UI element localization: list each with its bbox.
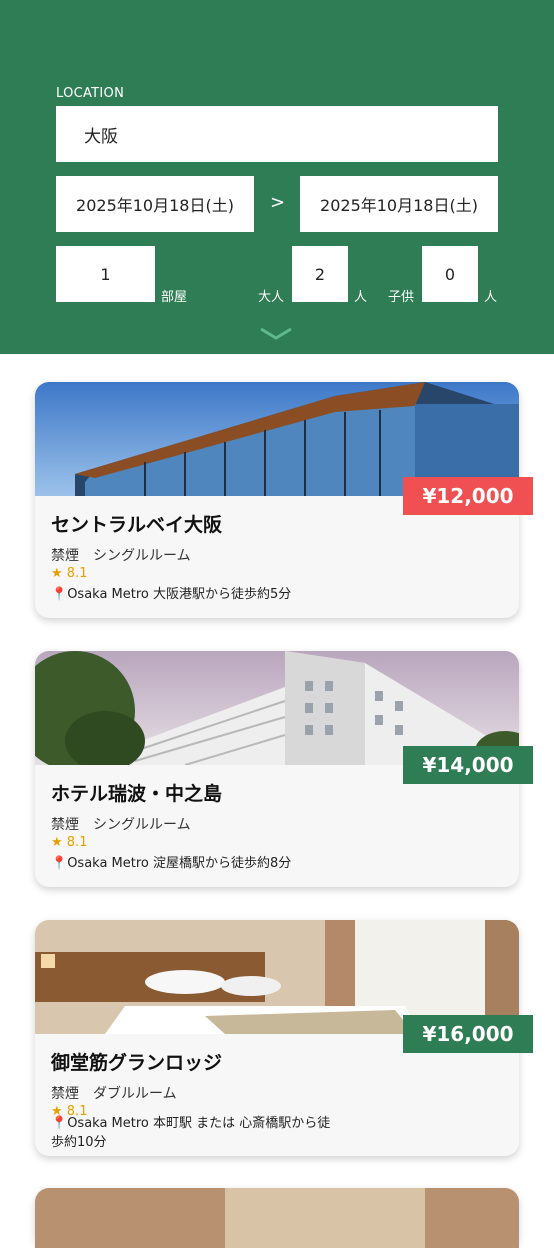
price-badge: ¥14,000 <box>403 746 533 784</box>
location-pin-icon: 📍 <box>51 587 68 602</box>
rating: ★ 8.1 <box>51 835 88 850</box>
hotel-photo <box>35 1188 519 1248</box>
adults-label: 大人 <box>258 290 285 305</box>
room-type: 禁煙 ダブルルーム <box>51 1086 177 1102</box>
location-pin-icon: 📍 <box>51 1116 68 1131</box>
access-info: 📍Osaka Metro 本町駅 または 心斎橋駅から徒歩約10分 <box>51 1114 331 1152</box>
rooms-label: 部屋 <box>161 290 188 305</box>
room-type: 禁煙 シングルルーム <box>51 548 191 564</box>
adults-unit: 人 <box>354 290 368 305</box>
rating: ★ 8.1 <box>51 566 88 581</box>
location-label: LOCATION <box>56 86 125 101</box>
location-pin-icon: 📍 <box>51 856 68 871</box>
location-input[interactable]: 大阪 <box>56 106 498 162</box>
price-badge: ¥16,000 <box>403 1015 533 1053</box>
children-label: 子供 <box>388 290 415 305</box>
access-info: 📍Osaka Metro 大阪港駅から徒歩約5分 <box>51 585 351 604</box>
adults-field[interactable]: 2 <box>292 246 348 302</box>
access-info: 📍Osaka Metro 淀屋橋駅から徒歩約8分 <box>51 854 351 873</box>
hotel-card[interactable]: ¥16,000 御堂筋グランロッジ 禁煙 ダブルルーム ★ 8.1 📍Osaka… <box>35 920 533 1156</box>
chevron-down-icon[interactable] <box>259 326 293 346</box>
access-text: Osaka Metro 本町駅 または 心斎橋駅から徒歩約10分 <box>51 1116 331 1150</box>
access-text: Osaka Metro 淀屋橋駅から徒歩約8分 <box>67 856 292 871</box>
hotel-name[interactable]: 御堂筋グランロッジ <box>51 1048 222 1075</box>
price-badge: ¥12,000 <box>403 477 533 515</box>
children-field[interactable]: 0 <box>422 246 478 302</box>
search-panel: LOCATION 大阪 2025年10月18日(土) > 2025年10月18日… <box>0 0 554 354</box>
hotel-card[interactable]: ¥14,000 ホテル瑞波・中之島 禁煙 シングルルーム ★ 8.1 📍Osak… <box>35 651 533 887</box>
hotel-card[interactable]: ¥12,000 セントラルベイ大阪 禁煙 シングルルーム ★ 8.1 📍Osak… <box>35 382 533 618</box>
date-arrow-icon: > <box>270 192 286 213</box>
hotel-card[interactable] <box>35 1188 519 1248</box>
rooms-field[interactable]: 1 <box>56 246 155 302</box>
hotel-name[interactable]: ホテル瑞波・中之島 <box>51 779 222 806</box>
children-unit: 人 <box>484 290 498 305</box>
access-text: Osaka Metro 大阪港駅から徒歩約5分 <box>67 587 292 602</box>
room-type: 禁煙 シングルルーム <box>51 817 191 833</box>
checkout-date-field[interactable]: 2025年10月18日(土) <box>300 176 498 232</box>
checkin-date-field[interactable]: 2025年10月18日(土) <box>56 176 254 232</box>
hotel-name[interactable]: セントラルベイ大阪 <box>51 510 222 537</box>
